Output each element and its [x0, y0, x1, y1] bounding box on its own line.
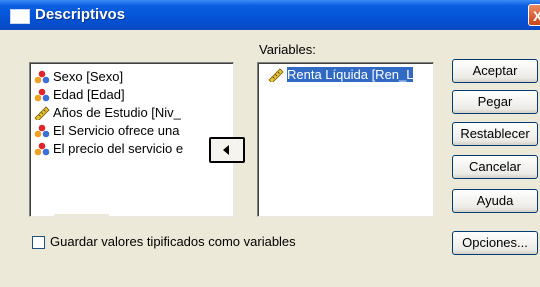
aceptar-button[interactable]: Aceptar: [452, 59, 538, 83]
list-item[interactable]: El precio del servicio e: [33, 140, 183, 158]
source-variable-list[interactable]: Sexo [Sexo] Edad [Edad] Años de Estudio …: [29, 62, 234, 217]
window-title: Descriptivos: [35, 6, 126, 23]
descriptivos-dialog: Descriptivos X Sexo [Sexo] Edad [Edad]: [0, 0, 540, 287]
nominal-variable-icon: [34, 88, 50, 102]
nominal-variable-icon: [34, 142, 50, 156]
scale-variable-icon: [34, 106, 50, 122]
close-button[interactable]: X: [528, 4, 540, 26]
horizontal-scroll-indicator: [54, 214, 109, 216]
window-icon: [10, 9, 30, 24]
left-arrow-icon: [223, 145, 229, 155]
title-bar[interactable]: Descriptivos X: [0, 0, 540, 30]
save-standardized-label[interactable]: Guardar valores tipificados como variabl…: [50, 234, 296, 249]
list-item[interactable]: Edad [Edad]: [33, 86, 183, 104]
list-item[interactable]: Años de Estudio [Niv_: [33, 104, 183, 122]
list-item[interactable]: El Servicio ofrece una: [33, 122, 183, 140]
save-standardized-checkbox[interactable]: [32, 236, 45, 249]
list-item[interactable]: Renta Líquida [Ren_L: [267, 66, 414, 84]
list-item-label: Sexo [Sexo]: [53, 69, 124, 84]
cancelar-button[interactable]: Cancelar: [452, 155, 538, 179]
scale-variable-icon: [268, 68, 284, 84]
ayuda-button[interactable]: Ayuda: [452, 189, 538, 213]
list-item-label: El Servicio ofrece una: [53, 123, 180, 138]
list-item[interactable]: Sexo [Sexo]: [33, 68, 183, 86]
pegar-button[interactable]: Pegar: [452, 90, 538, 114]
move-variable-button[interactable]: [209, 137, 245, 163]
list-item-label: El precio del servicio e: [53, 141, 184, 156]
target-variable-list[interactable]: Renta Líquida [Ren_L: [257, 62, 434, 217]
opciones-button[interactable]: Opciones...: [452, 231, 538, 255]
variables-label: Variables:: [259, 42, 316, 57]
restablecer-button[interactable]: Restablecer: [452, 122, 538, 146]
list-item-label: Renta Líquida [Ren_L: [287, 67, 414, 82]
list-item-label: Edad [Edad]: [53, 87, 125, 102]
list-item-label: Años de Estudio [Niv_: [53, 105, 181, 120]
nominal-variable-icon: [34, 124, 50, 138]
nominal-variable-icon: [34, 70, 50, 84]
